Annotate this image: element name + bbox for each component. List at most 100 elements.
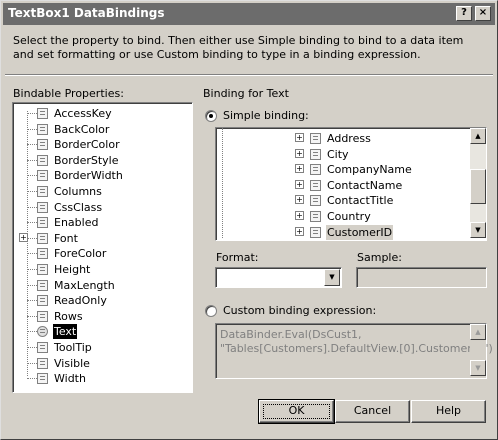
fields-scrollbar[interactable]: ▲ ▼ [470,128,486,238]
field-item-companyname[interactable]: CompanyName [310,162,460,177]
databindings-dialog: TextBox1 DataBindings ? × Select the pro… [0,0,498,440]
help-button[interactable]: Help [411,400,486,423]
instructions-text: Select the property to bind. Then either… [13,34,464,61]
field-item-customerid[interactable]: CustomerID [310,225,460,240]
expand-plus-icon[interactable]: + [295,180,304,189]
fields-parent-line [222,128,223,238]
expr-scroll-down-button: ▼ [470,360,486,376]
simple-binding-label: Simple binding: [223,109,309,122]
property-label: CssClass [54,201,103,214]
property-item-height[interactable]: Height [37,262,177,277]
property-icon [37,280,48,291]
field-item-contactname[interactable]: ContactName [310,178,460,193]
property-item-backcolor[interactable]: BackColor [37,122,177,137]
expand-plus-icon[interactable]: + [295,195,304,204]
arrow-down-icon: ▼ [475,364,481,372]
field-item-city[interactable]: City [310,147,460,162]
field-item-contacttitle[interactable]: ContactTitle [310,193,460,208]
field-icon [310,227,321,238]
tree-connector-branch [27,269,37,270]
property-icon [37,124,48,135]
expand-plus-icon[interactable]: + [295,227,304,236]
custom-binding-radio[interactable] [205,305,217,317]
custom-binding-label: Custom binding expression: [223,304,377,317]
property-label: Visible [54,357,90,370]
property-item-borderstyle[interactable]: BorderStyle [37,153,177,168]
field-item-address[interactable]: Address [310,131,460,146]
tree-connector-branch [27,191,37,192]
tree-connector-branch [27,300,37,301]
top-divider [5,74,493,76]
property-item-tooltip[interactable]: ToolTip [37,340,177,355]
scroll-down-button[interactable]: ▼ [470,222,486,238]
property-icon [37,108,48,119]
field-item-country[interactable]: Country [310,209,460,224]
tree-connector-branch [27,160,37,161]
expand-plus-icon[interactable]: + [295,164,304,173]
property-label: AccessKey [54,107,112,120]
property-item-cssclass[interactable]: CssClass [37,200,177,215]
format-combobox[interactable]: ▼ [215,267,342,288]
property-label: ForeColor [54,247,107,260]
format-dropdown-button[interactable]: ▼ [324,269,340,286]
property-label: Font [54,232,78,245]
arrow-up-icon: ▲ [475,328,481,336]
expand-plus-icon[interactable]: + [295,133,304,142]
title-help-button[interactable]: ? [456,6,472,21]
property-item-rows[interactable]: Rows [37,309,177,324]
tree-connector-branch [27,285,37,286]
tree-connector-branch [27,207,37,208]
property-item-forecolor[interactable]: ForeColor [37,246,177,261]
property-label: MaxLength [54,279,115,292]
tree-connector-branch [27,129,37,130]
property-item-maxlength[interactable]: MaxLength [37,278,177,293]
property-label: BorderStyle [54,154,119,167]
property-label: Text [53,324,78,339]
field-icon [310,211,321,222]
data-fields-tree[interactable]: ▲ ▼ + Address + City + CompanyName + ContactNam… [215,127,487,241]
ok-button[interactable]: OK [258,399,335,424]
property-item-columns[interactable]: Columns [37,184,177,199]
cancel-button[interactable]: Cancel [335,400,410,423]
property-item-readonly[interactable]: ReadOnly [37,293,177,308]
property-item-width[interactable]: Width [37,371,177,386]
field-label: ContactTitle [327,194,394,207]
field-icon [310,180,321,191]
property-item-enabled[interactable]: Enabled [37,215,177,230]
title-close-button[interactable]: × [475,6,491,21]
scroll-thumb[interactable] [470,169,486,204]
property-item-font[interactable]: Font [37,231,177,246]
tree-connector-branch [27,347,37,348]
property-icon [37,358,48,369]
format-label: Format: [216,251,259,264]
property-item-visible[interactable]: Visible [37,356,177,371]
field-label: Address [327,132,371,145]
tree-connector-branch [27,331,37,332]
custom-expression-textarea[interactable]: DataBinder.Eval(DsCust1, "Tables[Custome… [215,323,493,379]
property-label: BorderWidth [54,169,123,182]
property-label: ReadOnly [54,294,107,307]
property-item-bordercolor[interactable]: BorderColor [37,137,177,152]
field-icon [310,195,321,206]
simple-binding-radio[interactable] [205,110,217,122]
property-label: Rows [54,310,83,323]
field-icon [310,133,321,144]
help-button-label: Help [435,404,462,417]
property-item-text[interactable]: Text [37,324,177,339]
expand-plus-icon[interactable]: + [19,233,28,242]
expand-plus-icon[interactable]: + [295,211,304,220]
property-label: ToolTip [54,341,92,354]
expand-plus-icon[interactable]: + [295,149,304,158]
field-label: Country [327,210,371,223]
property-icon [37,233,48,244]
cancel-button-label: Cancel [353,404,392,417]
bindable-properties-tree[interactable]: AccessKey BackColor BorderColor BorderStyle… [12,102,193,393]
tree-connector-branch [27,144,37,145]
property-item-borderwidth[interactable]: BorderWidth [37,168,177,183]
tree-connector-branch [27,378,37,379]
property-icon [37,139,48,150]
arrow-up-icon: ▲ [475,132,481,140]
scroll-up-button[interactable]: ▲ [470,128,486,144]
help-icon: ? [461,7,467,18]
property-item-accesskey[interactable]: AccessKey [37,106,177,121]
